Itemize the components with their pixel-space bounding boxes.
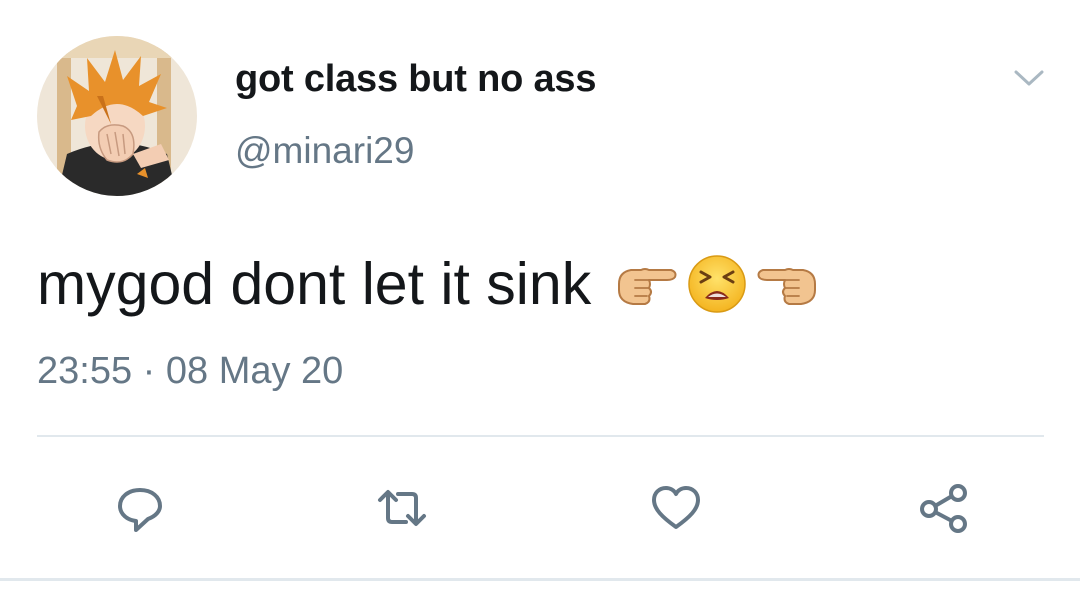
share-icon (920, 484, 967, 533)
reply-button[interactable] (110, 478, 170, 538)
bottom-divider (0, 578, 1080, 581)
tweet-text: mygod dont let it sink (37, 248, 823, 320)
reply-icon (118, 488, 162, 532)
tweet-timestamp[interactable]: 23:55 · 08 May 20 (37, 350, 343, 393)
pointing-right-emoji-icon (618, 268, 677, 305)
pointing-left-emoji-icon (757, 268, 817, 305)
display-name[interactable]: got class but no ass (235, 58, 597, 101)
share-button[interactable] (914, 478, 974, 538)
tired-face-emoji-icon (688, 255, 746, 313)
tweet-text-content: mygod dont let it sink (37, 251, 592, 317)
chevron-down-icon (1014, 70, 1044, 86)
divider (37, 435, 1044, 437)
like-button[interactable] (646, 478, 706, 538)
avatar-image (37, 36, 197, 196)
user-handle[interactable]: @minari29 (235, 130, 414, 172)
avatar[interactable] (37, 36, 197, 196)
tweet-menu-button[interactable] (1010, 62, 1048, 92)
retweet-button[interactable] (372, 478, 432, 538)
heart-icon (652, 486, 700, 529)
retweet-icon (378, 490, 426, 526)
emoji-group (611, 250, 823, 318)
